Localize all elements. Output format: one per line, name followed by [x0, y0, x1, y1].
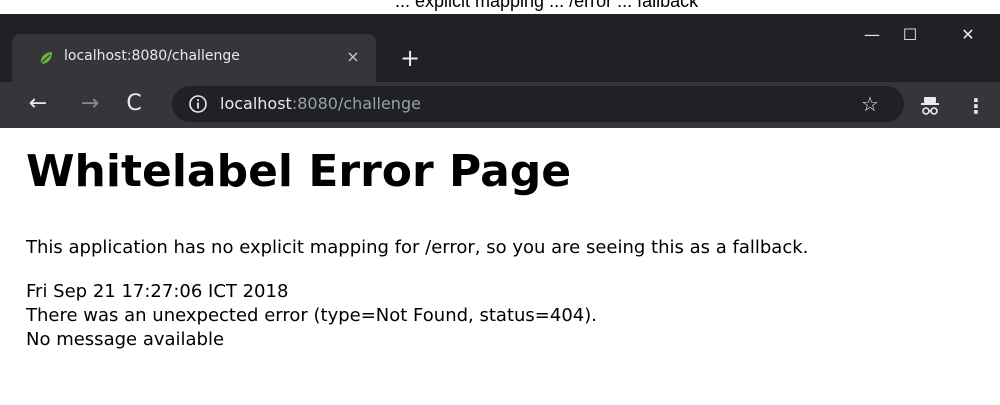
page-title: Whitelabel Error Page	[26, 146, 572, 197]
menu-kebab-icon[interactable]: ⋮	[966, 92, 986, 120]
page-content: Whitelabel Error Page This application h…	[26, 128, 1000, 352]
cropped-text: ... explicit mapping ... /error ... fall…	[395, 0, 699, 11]
address-bar[interactable]: localhost:8080/challenge ☆	[172, 86, 904, 122]
tab-title: localhost:8080/challenge	[64, 48, 240, 64]
url-path: :8080/challenge	[291, 94, 421, 113]
error-type-status: There was an unexpected error (type=Not …	[26, 305, 597, 326]
reload-icon[interactable]: C	[120, 90, 148, 118]
error-details: Fri Sep 21 17:27:06 ICT 2018 There was a…	[26, 280, 1000, 352]
tab-bar: localhost:8080/challenge × + — ☐ ✕	[0, 14, 1000, 82]
url-host: localhost	[220, 94, 292, 113]
spring-leaf-icon	[40, 52, 52, 65]
browser-toolbar: ← → C localhost:8080/challenge ☆ ⋮	[0, 82, 1000, 128]
incognito-icon[interactable]	[918, 94, 942, 118]
url-text[interactable]: localhost:8080/challenge	[220, 94, 421, 113]
tab-close-icon[interactable]: ×	[342, 46, 364, 68]
error-timestamp: Fri Sep 21 17:27:06 ICT 2018	[26, 281, 289, 302]
bookmark-star-icon[interactable]: ☆	[858, 92, 882, 116]
back-arrow-icon[interactable]: ←	[24, 90, 52, 118]
maximize-icon[interactable]: ☐	[890, 20, 930, 50]
minimize-icon[interactable]: —	[852, 20, 892, 50]
previous-content-strip: ... explicit mapping ... /error ... fall…	[0, 0, 1000, 14]
error-description: This application has no explicit mapping…	[26, 237, 809, 258]
tab-challenge[interactable]: localhost:8080/challenge ×	[12, 34, 376, 82]
error-message: No message available	[26, 329, 225, 350]
info-icon[interactable]	[188, 94, 208, 114]
forward-arrow-icon[interactable]: →	[76, 90, 104, 118]
window-close-icon[interactable]: ✕	[948, 20, 988, 50]
new-tab-icon[interactable]: +	[396, 44, 424, 72]
